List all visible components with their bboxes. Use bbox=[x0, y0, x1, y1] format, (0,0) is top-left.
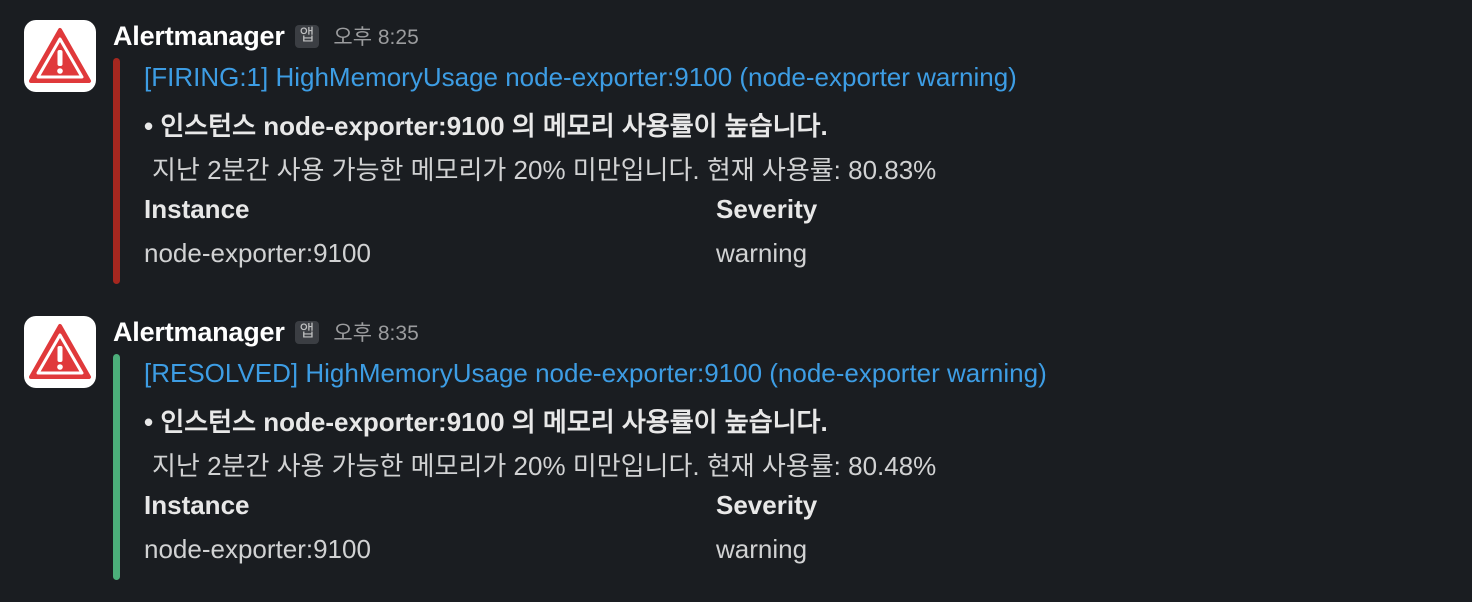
alert-title-link[interactable]: [FIRING:1] HighMemoryUsage node-exporter… bbox=[144, 62, 1017, 93]
field-title-severity: Severity bbox=[716, 194, 818, 224]
alert-summary: • 인스턴스 node-exporter:9100 의 메모리 사용률이 높습니… bbox=[144, 407, 828, 437]
attachment-color-bar bbox=[113, 354, 120, 580]
field-title-instance: Instance bbox=[144, 490, 250, 520]
alert-summary: • 인스턴스 node-exporter:9100 의 메모리 사용률이 높습니… bbox=[144, 111, 828, 141]
avatar[interactable] bbox=[24, 20, 96, 92]
app-badge: 앱 bbox=[294, 24, 320, 48]
field-title-instance: Instance bbox=[144, 194, 250, 224]
alert-description: 지난 2분간 사용 가능한 메모리가 20% 미만입니다. 현재 사용률: 80… bbox=[152, 451, 937, 481]
message-timestamp[interactable]: 오후 8:35 bbox=[333, 317, 418, 347]
message-header: Alertmanager 앱 오후 8:25 bbox=[113, 20, 419, 52]
alert-title-link[interactable]: [RESOLVED] HighMemoryUsage node-exporter… bbox=[144, 358, 1047, 389]
avatar[interactable] bbox=[24, 316, 96, 388]
field-value-severity: warning bbox=[716, 534, 808, 564]
sender-name[interactable]: Alertmanager bbox=[113, 21, 285, 52]
warning-triangle-icon bbox=[29, 28, 91, 83]
alert-attachment: [RESOLVED] HighMemoryUsage node-exporter… bbox=[113, 354, 1313, 580]
alert-description: 지난 2분간 사용 가능한 메모리가 20% 미만입니다. 현재 사용률: 80… bbox=[152, 155, 937, 185]
attachment-color-bar bbox=[113, 58, 120, 284]
warning-triangle-icon bbox=[29, 324, 91, 379]
field-title-severity: Severity bbox=[716, 490, 818, 520]
sender-name[interactable]: Alertmanager bbox=[113, 317, 285, 348]
field-value-instance: node-exporter:9100 bbox=[144, 238, 371, 268]
field-value-severity: warning bbox=[716, 238, 808, 268]
field-value-instance: node-exporter:9100 bbox=[144, 534, 371, 564]
alert-attachment: [FIRING:1] HighMemoryUsage node-exporter… bbox=[113, 58, 1313, 284]
app-badge: 앱 bbox=[294, 320, 320, 344]
message-list: Alertmanager 앱 오후 8:25 [FIRING:1] HighMe… bbox=[0, 0, 1472, 602]
message-header: Alertmanager 앱 오후 8:35 bbox=[113, 316, 419, 348]
message-timestamp[interactable]: 오후 8:25 bbox=[333, 21, 418, 51]
